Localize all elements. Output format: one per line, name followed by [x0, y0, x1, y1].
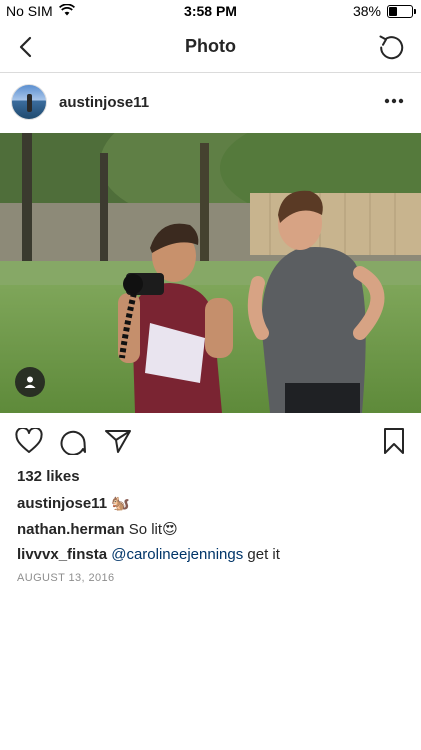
comment-username[interactable]: livvvx_finsta: [17, 546, 107, 563]
action-bar: [0, 413, 421, 468]
caption-username[interactable]: austinjose11: [17, 495, 107, 512]
comment-text: So lit: [128, 521, 163, 538]
like-button[interactable]: [13, 425, 45, 457]
page-title: Photo: [185, 36, 236, 56]
post-username[interactable]: austinjose11: [59, 94, 149, 111]
comment-button[interactable]: [57, 425, 89, 457]
refresh-icon: [379, 35, 404, 60]
comment-item: livvvx_finsta @carolineejennings get it: [17, 546, 280, 563]
battery-icon: [387, 4, 416, 18]
save-button[interactable]: [378, 425, 410, 457]
caption: austinjose11 🐿️: [17, 494, 130, 512]
more-options-icon: [384, 98, 404, 104]
share-button[interactable]: [102, 425, 134, 457]
comment-icon: [60, 430, 86, 455]
nav-bar: Photo: [0, 22, 421, 73]
avatar[interactable]: [11, 84, 47, 120]
status-bar: No SIM 3:58 PM 38%: [0, 0, 421, 22]
post-photo[interactable]: [0, 133, 421, 413]
user-tag-button[interactable]: [15, 367, 45, 397]
battery-percent: 38%: [352, 3, 381, 19]
likes-count[interactable]: 132 likes: [17, 468, 80, 485]
comment-text: get it: [247, 546, 280, 563]
comment-mention[interactable]: @carolineejennings: [111, 546, 243, 563]
direct-send-icon: [105, 430, 131, 453]
user-tag-icon: [24, 376, 36, 388]
comment-emoji: 😍: [162, 521, 178, 538]
more-options-button[interactable]: [381, 91, 407, 111]
post-image: [0, 133, 421, 413]
post-header: austinjose11: [0, 73, 421, 133]
status-right: 38%: [352, 3, 416, 19]
caption-emoji: 🐿️: [111, 495, 130, 512]
heart-icon: [15, 428, 43, 453]
post-date: AUGUST 13, 2016: [17, 572, 115, 584]
comment-item: nathan.herman So lit😍: [17, 520, 178, 538]
bookmark-icon: [384, 428, 404, 454]
comment-username[interactable]: nathan.herman: [17, 521, 125, 538]
refresh-button[interactable]: [375, 31, 407, 63]
